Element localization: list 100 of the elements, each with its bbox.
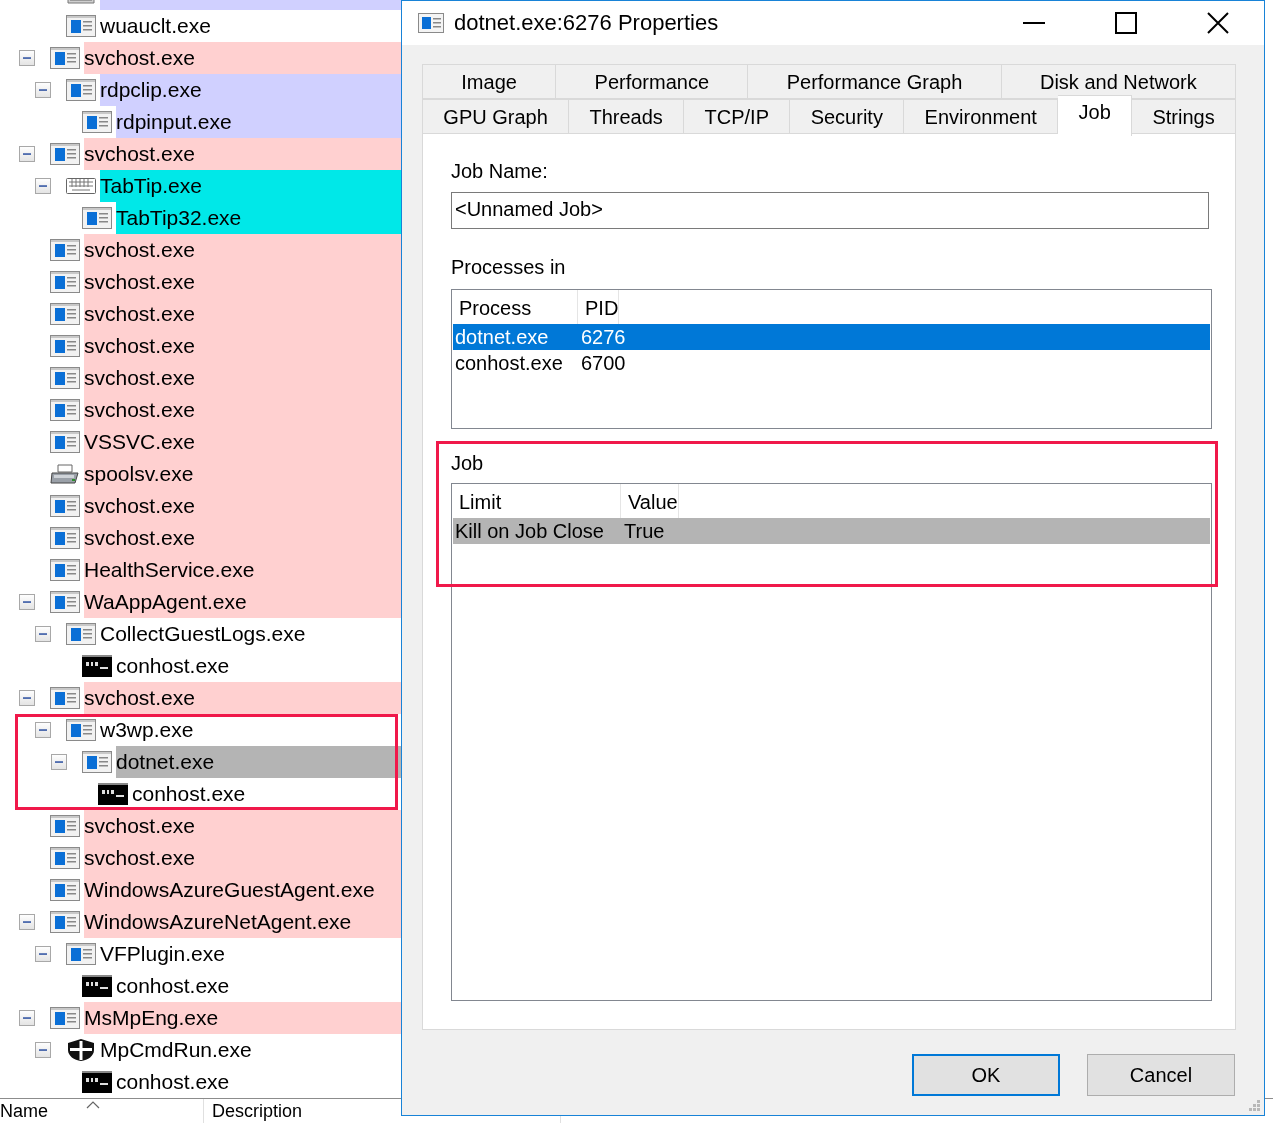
console-icon	[82, 975, 112, 997]
process-name[interactable]: conhost.exe	[116, 970, 401, 1002]
close-button[interactable]	[1207, 12, 1229, 34]
processes-label: Processes in	[451, 255, 567, 279]
tab[interactable]: Strings	[1132, 99, 1237, 134]
column-header[interactable]: Name	[0, 1099, 204, 1123]
window-icon	[50, 911, 80, 933]
collapse-button[interactable]	[35, 722, 51, 738]
window-icon	[50, 239, 80, 261]
process-name[interactable]: svchost.exe	[84, 362, 401, 394]
process-name[interactable]: svchost.exe	[84, 522, 401, 554]
console-icon	[98, 783, 128, 805]
process-name[interactable]: svchost.exe	[84, 138, 401, 170]
window-icon	[50, 559, 80, 581]
process-name[interactable]: WindowsAzureNetAgent.exe	[84, 906, 401, 938]
collapse-button[interactable]	[35, 626, 51, 642]
process-name[interactable]: VFPlugin.exe	[100, 938, 401, 970]
collapse-button[interactable]	[35, 1042, 51, 1058]
process-name[interactable]: dotnet.exe	[116, 746, 401, 778]
window-icon	[82, 111, 112, 133]
process-name[interactable]: svchost.exe	[84, 682, 401, 714]
console-icon	[82, 655, 112, 677]
process-name[interactable]: conhost.exe	[116, 650, 401, 682]
collapse-button[interactable]	[35, 178, 51, 194]
printer-icon	[50, 463, 80, 485]
window-icon	[50, 879, 80, 901]
collapse-button[interactable]	[19, 690, 35, 706]
process-name[interactable]: MsMpEng.exe	[84, 1002, 401, 1034]
process-name[interactable]: WaAppAgent.exe	[84, 586, 401, 618]
window-icon	[50, 367, 80, 389]
tab[interactable]: Disk and Network	[1001, 64, 1236, 99]
process-name[interactable]: w3wp.exe	[100, 714, 401, 746]
process-name[interactable]: CollectGuestLogs.exe	[100, 618, 401, 650]
tab[interactable]: Performance	[556, 64, 749, 99]
process-name[interactable]: spoolsv.exe	[84, 458, 401, 490]
process-name[interactable]: WindowsAzureGuestAgent.exe	[84, 874, 401, 906]
window-icon	[50, 495, 80, 517]
collapse-button[interactable]	[35, 946, 51, 962]
tab[interactable]: GPU Graph	[422, 99, 570, 134]
shield-icon	[66, 1039, 96, 1061]
window-icon	[50, 815, 80, 837]
process-name[interactable]: svchost.exe	[84, 490, 401, 522]
job-name-field[interactable]: <Unnamed Job>	[451, 192, 1209, 229]
window-title: dotnet.exe:6276 Properties	[454, 10, 720, 36]
window-icon	[82, 751, 112, 773]
process-name[interactable]: TabTip32.exe	[116, 202, 401, 234]
window-icon	[66, 943, 96, 965]
collapse-button[interactable]	[19, 1010, 35, 1026]
process-name[interactable]: svchost.exe	[84, 330, 401, 362]
process-name[interactable]: wuauclt.exe	[100, 10, 401, 42]
process-name[interactable]: svchost.exe	[84, 394, 401, 426]
window-icon	[418, 13, 444, 33]
list-row[interactable]: dotnet.exe 6276	[453, 324, 1210, 350]
window-icon	[66, 719, 96, 741]
process-name[interactable]: MpCmdRun.exe	[100, 1034, 401, 1066]
collapse-button[interactable]	[35, 82, 51, 98]
tab[interactable]: TCP/IP	[684, 99, 791, 134]
process-name[interactable]: svchost.exe	[84, 266, 401, 298]
window-icon	[66, 79, 96, 101]
window-icon	[50, 303, 80, 325]
process-name[interactable]: svchost.exe	[84, 842, 401, 874]
process-name[interactable]: svchost.exe	[84, 298, 401, 330]
window-icon	[50, 687, 80, 709]
process-name[interactable]: svchost.exe	[84, 810, 401, 842]
tab[interactable]: Performance Graph	[748, 64, 1002, 99]
process-name[interactable]: VSSVC.exe	[84, 426, 401, 458]
collapse-button[interactable]	[51, 754, 67, 770]
process-name[interactable]: rdpclip.exe	[100, 74, 401, 106]
collapse-button[interactable]	[19, 146, 35, 162]
process-name[interactable]: svchost.exe	[84, 234, 401, 266]
maximize-button[interactable]	[1115, 12, 1137, 34]
window-icon	[50, 527, 80, 549]
window-icon	[50, 591, 80, 613]
keyboard-icon	[66, 175, 96, 197]
tab[interactable]: Environment	[904, 99, 1059, 134]
resize-grip-icon[interactable]	[1249, 1100, 1261, 1112]
window-icon	[50, 399, 80, 421]
tab[interactable]: Job	[1058, 95, 1133, 136]
window-icon	[50, 143, 80, 165]
process-name[interactable]: TabTip.exe	[100, 170, 401, 202]
collapse-button[interactable]	[19, 914, 35, 930]
process-name[interactable]: HealthService.exe	[84, 554, 401, 586]
window-icon	[66, 623, 96, 645]
process-name[interactable]: rdpinput.exe	[116, 106, 401, 138]
cancel-button[interactable]: Cancel	[1087, 1054, 1235, 1096]
tab[interactable]: Security	[790, 99, 905, 134]
job-name-label: Job Name:	[451, 159, 549, 183]
process-name[interactable]: conhost.exe	[116, 1066, 401, 1098]
collapse-button[interactable]	[19, 594, 35, 610]
collapse-button[interactable]	[19, 50, 35, 66]
list-row[interactable]: Kill on Job Close True	[453, 518, 1210, 544]
process-name[interactable]: conhost.exe	[132, 778, 401, 810]
console-icon	[82, 1071, 112, 1093]
ok-button[interactable]: OK	[912, 1054, 1060, 1096]
tab[interactable]: Image	[422, 64, 557, 99]
window-icon	[50, 47, 80, 69]
tab[interactable]: Threads	[569, 99, 685, 134]
process-name[interactable]: svchost.exe	[84, 42, 401, 74]
list-row[interactable]: conhost.exe 6700	[453, 350, 1210, 376]
window-icon	[50, 431, 80, 453]
